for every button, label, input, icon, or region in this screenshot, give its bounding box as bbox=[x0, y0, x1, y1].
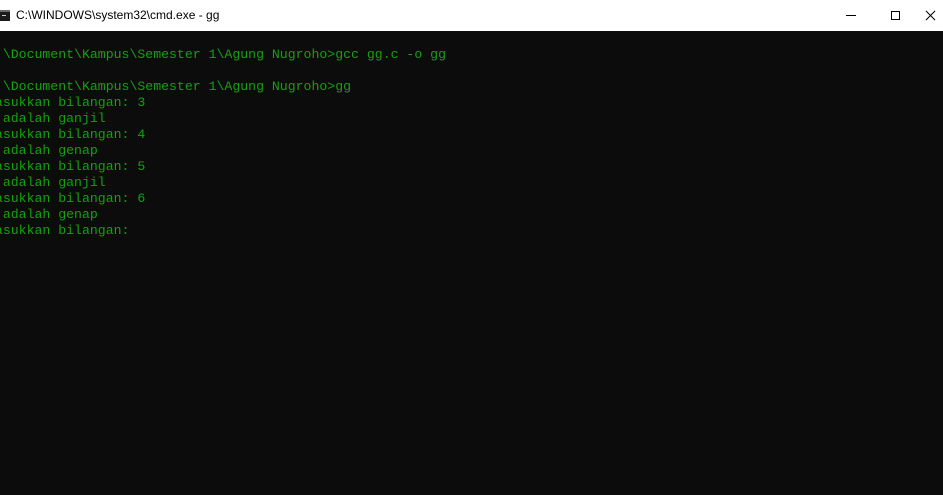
console-line: Masukkan bilangan: 5 bbox=[0, 159, 146, 174]
console-line: Masukkan bilangan: 6 bbox=[0, 191, 146, 206]
title-bar[interactable]: C:\WINDOWS\system32\cmd.exe - gg bbox=[0, 0, 943, 31]
console-line: Masukkan bilangan: 3 bbox=[0, 95, 146, 110]
console-line: 3 adalah ganjil bbox=[2, 111, 106, 126]
minimize-button[interactable] bbox=[828, 0, 874, 31]
console-line: 5 adalah ganjil bbox=[2, 175, 106, 190]
cmd-window: C:\WINDOWS\system32\cmd.exe - gg D:\Docu… bbox=[0, 0, 943, 495]
maximize-button[interactable] bbox=[872, 0, 918, 31]
console-line: Masukkan bilangan: 4 bbox=[0, 127, 146, 142]
minimize-icon bbox=[846, 15, 856, 16]
close-button[interactable] bbox=[917, 0, 943, 31]
console-output[interactable]: D:\Document\Kampus\Semester 1\Agung Nugr… bbox=[0, 31, 943, 495]
console-prompt-line: Masukkan bilangan: bbox=[0, 223, 138, 238]
cmd-app-icon[interactable] bbox=[0, 10, 10, 21]
console-line: D:\Document\Kampus\Semester 1\Agung Nugr… bbox=[0, 47, 446, 62]
close-icon bbox=[925, 10, 936, 21]
maximize-icon bbox=[890, 11, 900, 20]
console-line: 4 adalah genap bbox=[2, 143, 98, 158]
console-line: D:\Document\Kampus\Semester 1\Agung Nugr… bbox=[0, 79, 352, 94]
window-title: C:\WINDOWS\system32\cmd.exe - gg bbox=[16, 8, 220, 22]
console-line: 6 adalah genap bbox=[2, 207, 98, 222]
